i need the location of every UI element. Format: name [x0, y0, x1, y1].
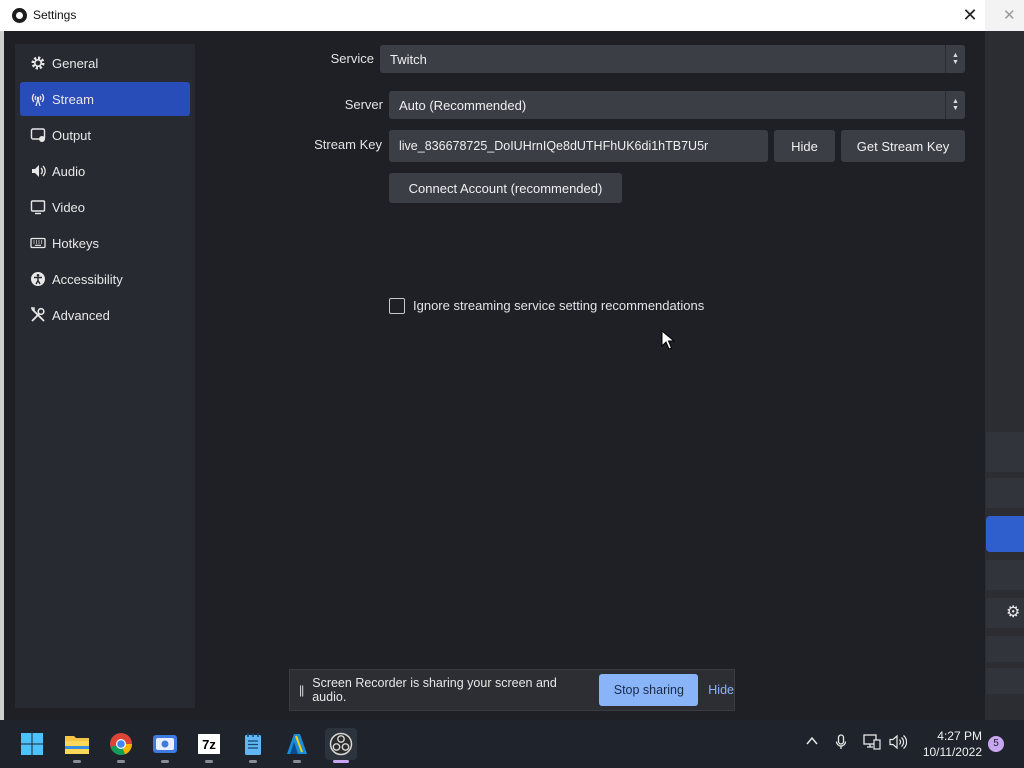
background-panel — [986, 478, 1024, 508]
chevron-up-icon[interactable] — [805, 734, 819, 751]
sidebar-item-audio[interactable]: Audio — [20, 154, 190, 188]
keyboard-icon — [30, 235, 46, 251]
sidebar-item-video[interactable]: Video — [20, 190, 190, 224]
clock-time: 4:27 PM — [937, 729, 982, 743]
sharing-message: Screen Recorder is sharing your screen a… — [312, 676, 557, 704]
stop-sharing-button[interactable]: Stop sharing — [599, 674, 699, 706]
obs-logo-icon — [12, 8, 27, 23]
sidebar-item-label: Output — [52, 127, 92, 143]
microphone-icon[interactable] — [835, 734, 847, 753]
server-label: Server — [344, 97, 383, 112]
antenna-icon — [30, 91, 46, 107]
sidebar-item-label: Advanced — [52, 307, 110, 323]
select-arrows-icon: ▲ ▼ — [945, 45, 965, 73]
running-indicator — [73, 760, 81, 763]
sidebar-item-label: Stream — [52, 91, 94, 107]
window-edge — [0, 31, 4, 720]
drag-handle-icon[interactable]: || — [299, 683, 304, 697]
screen-recorder-icon[interactable] — [149, 728, 181, 763]
volume-icon[interactable] — [889, 734, 908, 753]
window-title: Settings — [33, 8, 77, 22]
stream-settings-panel: Service Twitch ▲ ▼ Server Auto (Recommend… — [195, 31, 985, 720]
mouse-cursor-icon — [661, 330, 675, 350]
system-clock[interactable]: 4:27 PM 10/11/2022 — [914, 728, 982, 760]
background-gear-icon[interactable]: ⚙ — [1006, 602, 1020, 622]
stream-key-input[interactable]: live_836678725_DoIUHrnIQe8dUTHFhUK6di1hT… — [389, 130, 768, 162]
settings-sidebar: General Stream Output Audio Video Hotkey… — [15, 44, 195, 708]
close-icon[interactable]: ✕ — [960, 4, 980, 26]
sidebar-item-stream[interactable]: Stream — [20, 82, 190, 116]
monitor-icon — [30, 199, 46, 215]
sidebar-item-label: General — [52, 55, 99, 71]
sidebar-item-accessibility[interactable]: Accessibility — [20, 262, 190, 296]
7zip-icon[interactable]: 7z — [193, 728, 225, 763]
running-indicator — [117, 760, 125, 763]
sidebar-item-general[interactable]: General — [20, 46, 190, 80]
gear-icon — [30, 55, 46, 71]
running-indicator — [249, 760, 257, 763]
running-indicator — [161, 760, 169, 763]
running-indicator — [293, 760, 301, 763]
output-icon — [30, 127, 46, 143]
start-icon[interactable] — [16, 728, 48, 760]
sidebar-item-label: Audio — [52, 163, 86, 179]
background-panel — [986, 560, 1024, 590]
notepad-icon[interactable] — [237, 728, 269, 763]
service-select[interactable]: Twitch ▲ ▼ — [380, 45, 965, 73]
background-panel — [986, 668, 1024, 694]
background-panel — [986, 636, 1024, 662]
7zip-icon-text: 7z — [202, 737, 216, 752]
notification-badge[interactable]: 5 — [988, 736, 1004, 752]
select-arrows-icon: ▲ ▼ — [945, 91, 965, 119]
accessibility-icon — [30, 271, 46, 287]
running-indicator — [205, 760, 213, 763]
stream-key-label: Stream Key — [314, 137, 382, 152]
tools-icon — [30, 307, 46, 323]
network-icon[interactable] — [863, 734, 881, 753]
taskbar: 7z — [0, 720, 1024, 768]
chrome-icon[interactable] — [105, 728, 137, 763]
service-label: Service — [330, 51, 374, 66]
sidebar-item-hotkeys[interactable]: Hotkeys — [20, 226, 190, 260]
file-explorer-icon[interactable] — [61, 728, 93, 763]
title-bar: Settings ✕ — [0, 0, 985, 31]
ignore-recommendations-label[interactable]: Ignore streaming service setting recomme… — [413, 298, 704, 313]
hide-sharing-bar-link[interactable]: Hide — [708, 683, 734, 697]
get-stream-key-button[interactable]: Get Stream Key — [841, 130, 965, 162]
vlc-icon[interactable] — [281, 728, 313, 763]
clock-date: 10/11/2022 — [922, 745, 982, 759]
settings-window: Settings ✕ General Stream Output Audio V… — [0, 0, 985, 720]
background-active-button[interactable] — [986, 516, 1024, 552]
connect-account-button[interactable]: Connect Account (recommended) — [389, 173, 622, 203]
sidebar-item-label: Video — [52, 199, 86, 215]
background-close-icon[interactable]: ✕ — [1003, 6, 1016, 24]
speaker-icon — [30, 163, 46, 179]
server-select-value: Auto (Recommended) — [399, 97, 527, 113]
screen-sharing-bar: || Screen Recorder is sharing your scree… — [289, 669, 735, 711]
sidebar-item-advanced[interactable]: Advanced — [20, 298, 190, 332]
hide-key-button[interactable]: Hide — [774, 130, 835, 162]
sidebar-item-output[interactable]: Output — [20, 118, 190, 152]
service-select-value: Twitch — [390, 51, 427, 67]
obs-icon[interactable] — [325, 728, 357, 763]
ignore-recommendations-checkbox[interactable] — [389, 298, 405, 314]
background-panel — [986, 432, 1024, 472]
sidebar-item-label: Accessibility — [52, 271, 123, 287]
active-indicator — [333, 760, 349, 763]
sidebar-item-label: Hotkeys — [52, 235, 99, 251]
server-select[interactable]: Auto (Recommended) ▲ ▼ — [389, 91, 965, 119]
